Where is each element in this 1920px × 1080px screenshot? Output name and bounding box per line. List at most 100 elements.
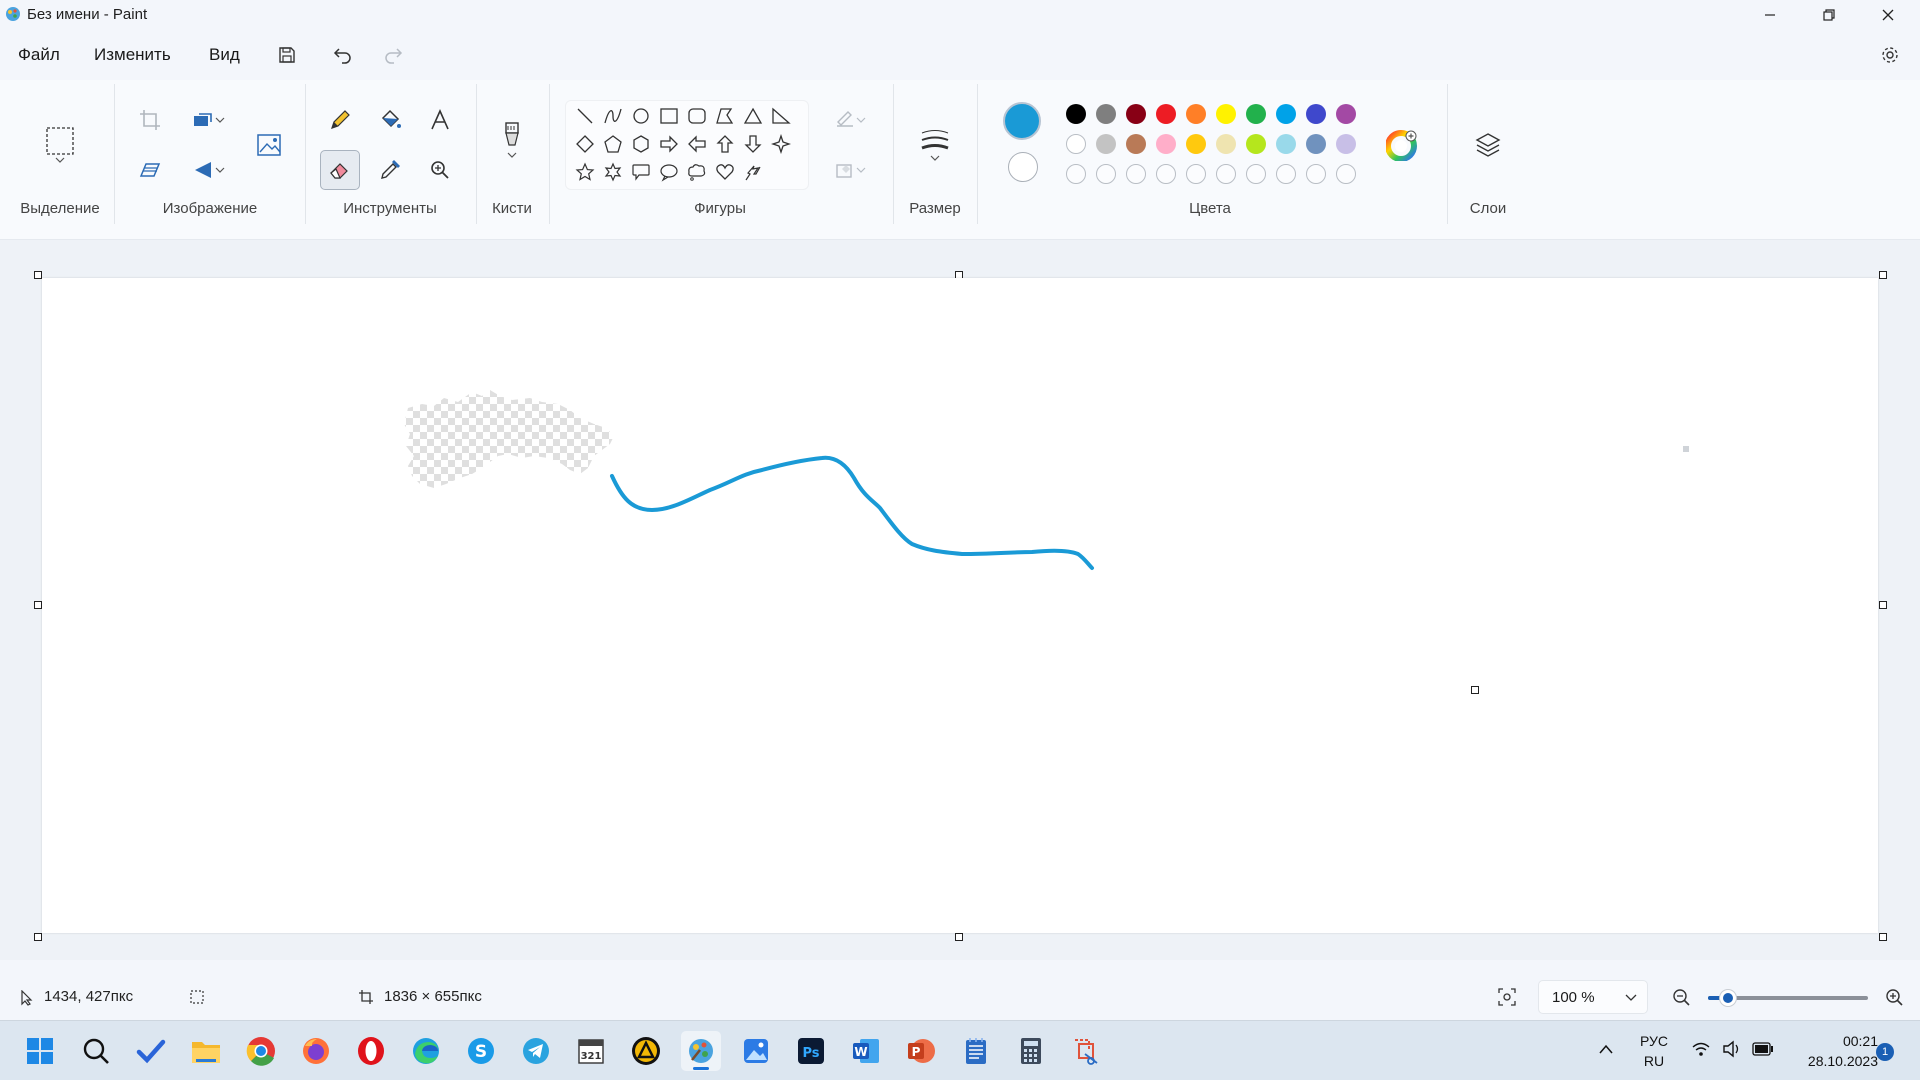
taskbar-calculator[interactable]	[1011, 1031, 1051, 1071]
shape-pentagon[interactable]	[600, 131, 626, 157]
custom-color-slot[interactable]	[1096, 164, 1116, 184]
shape-down-arrow[interactable]	[740, 131, 766, 157]
wifi-icon[interactable]	[1692, 1041, 1710, 1057]
redo-button[interactable]	[377, 40, 409, 70]
palette-color-swatch[interactable]	[1336, 104, 1356, 124]
palette-color-swatch[interactable]	[1216, 134, 1236, 154]
eraser-tool[interactable]	[320, 150, 360, 190]
palette-color-swatch[interactable]	[1156, 134, 1176, 154]
shape-oval[interactable]	[628, 103, 654, 129]
taskbar-notepad[interactable]	[956, 1031, 996, 1071]
taskbar-calendar-app[interactable]: 321	[571, 1031, 611, 1071]
shape-rounded-callout[interactable]	[628, 159, 654, 185]
palette-color-swatch[interactable]	[1096, 104, 1116, 124]
taskbar-todo[interactable]	[131, 1031, 171, 1071]
clock-date[interactable]: 28.10.2023	[1788, 1053, 1878, 1069]
canvas-resize-handle[interactable]	[1879, 271, 1887, 279]
settings-button[interactable]	[1874, 40, 1906, 70]
taskbar-powerpoint[interactable]: P	[901, 1031, 941, 1071]
custom-color-slot[interactable]	[1216, 164, 1236, 184]
clock-time[interactable]: 00:21	[1788, 1033, 1878, 1049]
zoom-slider-track[interactable]	[1708, 990, 1868, 1006]
input-language-top[interactable]: РУС	[1634, 1033, 1674, 1049]
custom-color-slot[interactable]	[1336, 164, 1356, 184]
shape-cloud-callout[interactable]	[684, 159, 710, 185]
shape-diamond[interactable]	[572, 131, 598, 157]
primary-color-swatch[interactable]	[1003, 102, 1041, 140]
palette-color-swatch[interactable]	[1276, 104, 1296, 124]
zoom-in-icon[interactable]	[1885, 988, 1903, 1006]
battery-icon[interactable]	[1752, 1042, 1774, 1056]
taskbar-file-explorer[interactable]	[186, 1031, 226, 1071]
restore-button[interactable]	[1806, 0, 1852, 30]
pencil-tool[interactable]	[320, 100, 360, 140]
rotate-button[interactable]	[180, 150, 236, 190]
drawing-canvas[interactable]	[42, 278, 1878, 933]
shape-curve[interactable]	[600, 103, 626, 129]
save-button[interactable]	[271, 40, 303, 70]
custom-color-slot[interactable]	[1066, 164, 1086, 184]
fill-tool[interactable]	[370, 100, 410, 140]
palette-color-swatch[interactable]	[1246, 134, 1266, 154]
magnifier-tool[interactable]	[420, 150, 460, 190]
taskbar-skype[interactable]: S	[461, 1031, 501, 1071]
taskbar-telegram[interactable]	[516, 1031, 556, 1071]
palette-color-swatch[interactable]	[1066, 134, 1086, 154]
shape-polygon[interactable]	[712, 103, 738, 129]
palette-color-swatch[interactable]	[1066, 104, 1086, 124]
color-picker-tool[interactable]	[370, 150, 410, 190]
taskbar-snipping-tool[interactable]	[1066, 1031, 1106, 1071]
text-tool[interactable]	[420, 100, 460, 140]
palette-color-swatch[interactable]	[1306, 134, 1326, 154]
palette-color-swatch[interactable]	[1126, 104, 1146, 124]
shape-right-arrow[interactable]	[656, 131, 682, 157]
canvas-resize-handle[interactable]	[34, 271, 42, 279]
taskbar-opera[interactable]	[351, 1031, 391, 1071]
palette-color-swatch[interactable]	[1096, 134, 1116, 154]
palette-color-swatch[interactable]	[1276, 134, 1296, 154]
zoom-slider-thumb[interactable]	[1720, 990, 1736, 1006]
volume-icon[interactable]	[1722, 1040, 1742, 1058]
taskbar-paint[interactable]	[681, 1031, 721, 1071]
menu-file[interactable]: Файл	[18, 45, 60, 65]
layers-button[interactable]	[1468, 125, 1508, 165]
secondary-color-swatch[interactable]	[1008, 152, 1038, 182]
skew-button[interactable]	[130, 150, 170, 190]
notification-badge[interactable]: 1	[1876, 1043, 1894, 1061]
shape-triangle[interactable]	[740, 103, 766, 129]
custom-color-slot[interactable]	[1126, 164, 1146, 184]
edit-colors-button[interactable]	[1382, 125, 1422, 165]
custom-color-slot[interactable]	[1186, 164, 1206, 184]
canvas-resize-handle[interactable]	[1879, 933, 1887, 941]
size-button[interactable]	[915, 115, 955, 175]
taskbar-search-button[interactable]	[76, 1031, 116, 1071]
start-button[interactable]	[20, 1031, 60, 1071]
shape-rounded-rectangle[interactable]	[684, 103, 710, 129]
canvas-resize-handle[interactable]	[1879, 601, 1887, 609]
menu-view[interactable]: Вид	[209, 45, 240, 65]
shape-hexagon[interactable]	[628, 131, 654, 157]
taskbar-chrome[interactable]	[241, 1031, 281, 1071]
zoom-out-icon[interactable]	[1672, 988, 1690, 1006]
shape-line[interactable]	[572, 103, 598, 129]
shape-outline-button[interactable]	[822, 100, 878, 140]
taskbar-photoshop[interactable]: Ps	[791, 1031, 831, 1071]
palette-color-swatch[interactable]	[1216, 104, 1236, 124]
crop-button[interactable]	[130, 100, 170, 140]
shape-left-arrow[interactable]	[684, 131, 710, 157]
palette-color-swatch[interactable]	[1306, 104, 1326, 124]
shape-oval-callout[interactable]	[656, 159, 682, 185]
palette-color-swatch[interactable]	[1186, 134, 1206, 154]
brushes-button[interactable]	[492, 110, 532, 170]
input-language-bottom[interactable]: RU	[1634, 1053, 1674, 1069]
palette-color-swatch[interactable]	[1336, 134, 1356, 154]
custom-color-slot[interactable]	[1276, 164, 1296, 184]
shape-four-point-star[interactable]	[768, 131, 794, 157]
shape-right-triangle[interactable]	[768, 103, 794, 129]
image-generator-button[interactable]	[250, 125, 290, 165]
shape-six-point-star[interactable]	[600, 159, 626, 185]
shape-rectangle[interactable]	[656, 103, 682, 129]
palette-color-swatch[interactable]	[1156, 104, 1176, 124]
taskbar-triangle-app[interactable]	[626, 1031, 666, 1071]
resize-button[interactable]	[180, 100, 236, 140]
